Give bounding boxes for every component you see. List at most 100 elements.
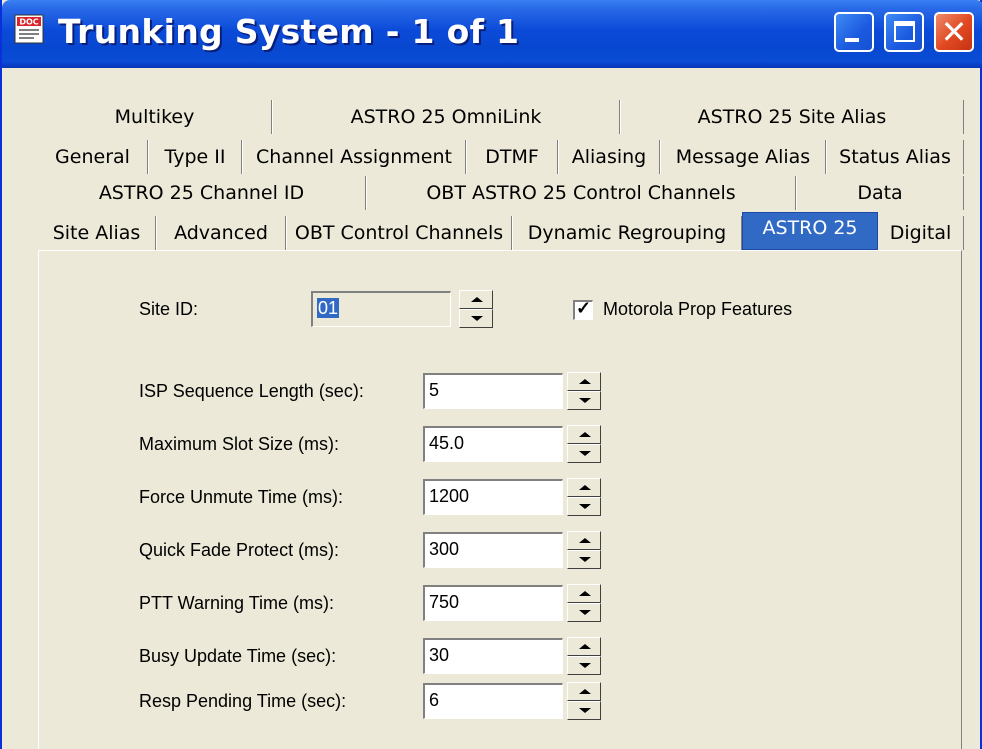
spin-down-button[interactable] xyxy=(567,391,601,410)
tab-dynamic-regrouping[interactable]: Dynamic Regrouping xyxy=(512,216,742,250)
arrow-down-icon xyxy=(471,316,483,321)
tab-status-alias[interactable]: Status Alias xyxy=(826,140,964,174)
field-label: Force Unmute Time (ms): xyxy=(139,487,344,507)
spin-down-button[interactable] xyxy=(567,444,601,463)
title-bar[interactable]: DOC Trunking System - 1 of 1 ✕ xyxy=(2,0,982,68)
arrow-down-icon xyxy=(579,610,591,615)
arrow-up-icon xyxy=(579,644,591,649)
tab-advanced[interactable]: Advanced xyxy=(156,216,286,250)
tab-general[interactable]: General xyxy=(38,140,148,174)
tab-astro25-channel-id[interactable]: ASTRO 25 Channel ID xyxy=(38,176,366,210)
maximum-slot-size-spinner[interactable] xyxy=(567,425,601,463)
minimize-button[interactable] xyxy=(834,12,874,52)
tab-data[interactable]: Data xyxy=(796,176,964,210)
spin-up-button[interactable] xyxy=(567,478,601,497)
tab-obt-astro25-control-channels[interactable]: OBT ASTRO 25 Control Channels xyxy=(366,176,796,210)
trunking-system-window: DOC Trunking System - 1 of 1 ✕ Multikey … xyxy=(0,0,982,749)
spin-down-button[interactable] xyxy=(459,309,493,328)
motorola-prop-features-label: Motorola Prop Features xyxy=(603,299,793,319)
arrow-down-icon xyxy=(579,398,591,403)
field-label: PTT Warning Time (ms): xyxy=(139,593,335,613)
arrow-up-icon xyxy=(579,432,591,437)
checkmark-icon: ✓ xyxy=(576,298,592,318)
arrow-up-icon xyxy=(579,379,591,384)
spin-up-button[interactable] xyxy=(567,531,601,550)
tab-row-3: ASTRO 25 Channel ID OBT ASTRO 25 Control… xyxy=(38,176,964,210)
spin-down-button[interactable] xyxy=(567,497,601,516)
tab-type-ii[interactable]: Type II xyxy=(148,140,242,174)
force-unmute-time-input[interactable]: 1200 xyxy=(423,479,563,515)
force-unmute-time-spinner[interactable] xyxy=(567,478,601,516)
tab-obt-control-channels[interactable]: OBT Control Channels xyxy=(286,216,512,250)
isp-sequence-length-spinner[interactable] xyxy=(567,372,601,410)
tab-row-1: Multikey ASTRO 25 OmniLink ASTRO 25 Site… xyxy=(38,100,964,134)
spin-up-button[interactable] xyxy=(459,290,493,309)
field-value: 1200 xyxy=(429,486,470,506)
quick-fade-protect-spinner[interactable] xyxy=(567,531,601,569)
arrow-down-icon xyxy=(579,504,591,509)
spin-down-button[interactable] xyxy=(567,550,601,569)
field-value: 750 xyxy=(429,592,460,612)
field-value: 45.0 xyxy=(429,433,465,453)
field-label: Busy Update Time (sec): xyxy=(139,646,337,666)
tab-channel-assignment[interactable]: Channel Assignment xyxy=(242,140,466,174)
isp-sequence-length-input[interactable]: 5 xyxy=(423,373,563,409)
window-title: Trunking System - 1 of 1 xyxy=(58,12,520,51)
tab-row-4: Site Alias Advanced OBT Control Channels… xyxy=(38,212,964,250)
tab-astro25-omnilink[interactable]: ASTRO 25 OmniLink xyxy=(272,100,620,134)
field-value: 300 xyxy=(429,539,460,559)
site-id-value: 01 xyxy=(317,298,340,318)
minimize-icon xyxy=(845,38,859,42)
spin-up-button[interactable] xyxy=(567,637,601,656)
arrow-down-icon xyxy=(579,451,591,456)
maximize-button[interactable] xyxy=(884,12,924,52)
resp-pending-time-input[interactable]: 6 xyxy=(423,683,563,719)
spin-down-button[interactable] xyxy=(567,701,601,720)
tab-row-2: General Type II Channel Assignment DTMF … xyxy=(38,140,964,174)
tab-dtmf[interactable]: DTMF xyxy=(466,140,558,174)
arrow-up-icon xyxy=(579,591,591,596)
ptt-warning-time-input[interactable]: 750 xyxy=(423,585,563,621)
spin-up-button[interactable] xyxy=(567,372,601,391)
motorola-prop-features-checkbox[interactable]: ✓ xyxy=(573,298,593,320)
field-label: Maximum Slot Size (ms): xyxy=(139,434,340,454)
maximize-icon xyxy=(894,21,915,42)
close-icon: ✕ xyxy=(940,13,968,51)
arrow-up-icon xyxy=(471,297,483,302)
ptt-warning-time-spinner[interactable] xyxy=(567,584,601,622)
resp-pending-time-spinner[interactable] xyxy=(567,682,601,720)
site-id-label: Site ID: xyxy=(139,299,199,319)
tab-digital[interactable]: Digital xyxy=(878,216,964,250)
field-label: ISP Sequence Length (sec): xyxy=(139,381,364,401)
app-document-icon: DOC xyxy=(14,14,44,44)
spin-down-button[interactable] xyxy=(567,656,601,675)
busy-update-time-input[interactable]: 30 xyxy=(423,638,563,674)
astro25-tab-panel: Site ID: 01 ✓ Motorola Prop Features ISP… xyxy=(38,250,962,749)
quick-fade-protect-input[interactable]: 300 xyxy=(423,532,563,568)
tab-message-alias[interactable]: Message Alias xyxy=(660,140,826,174)
site-id-spinner[interactable] xyxy=(459,290,493,328)
arrow-up-icon xyxy=(579,485,591,490)
arrow-up-icon xyxy=(579,538,591,543)
tab-astro25-site-alias[interactable]: ASTRO 25 Site Alias xyxy=(620,100,964,134)
tab-site-alias[interactable]: Site Alias xyxy=(38,216,156,250)
field-value: 5 xyxy=(429,380,440,400)
spin-up-button[interactable] xyxy=(567,584,601,603)
close-button[interactable]: ✕ xyxy=(934,12,974,52)
arrow-down-icon xyxy=(579,708,591,713)
maximum-slot-size-input[interactable]: 45.0 xyxy=(423,426,563,462)
tab-multikey[interactable]: Multikey xyxy=(38,100,272,134)
arrow-down-icon xyxy=(579,557,591,562)
spin-down-button[interactable] xyxy=(567,603,601,622)
field-label: Quick Fade Protect (ms): xyxy=(139,540,340,560)
site-id-field[interactable]: 01 xyxy=(311,291,451,327)
spin-up-button[interactable] xyxy=(567,682,601,701)
field-value: 30 xyxy=(429,645,450,665)
tab-astro25[interactable]: ASTRO 25 xyxy=(742,212,878,250)
arrow-up-icon xyxy=(579,689,591,694)
spin-up-button[interactable] xyxy=(567,425,601,444)
tab-aliasing[interactable]: Aliasing xyxy=(558,140,660,174)
field-label: Resp Pending Time (sec): xyxy=(139,691,347,711)
svg-text:DOC: DOC xyxy=(19,18,38,27)
busy-update-time-spinner[interactable] xyxy=(567,637,601,675)
